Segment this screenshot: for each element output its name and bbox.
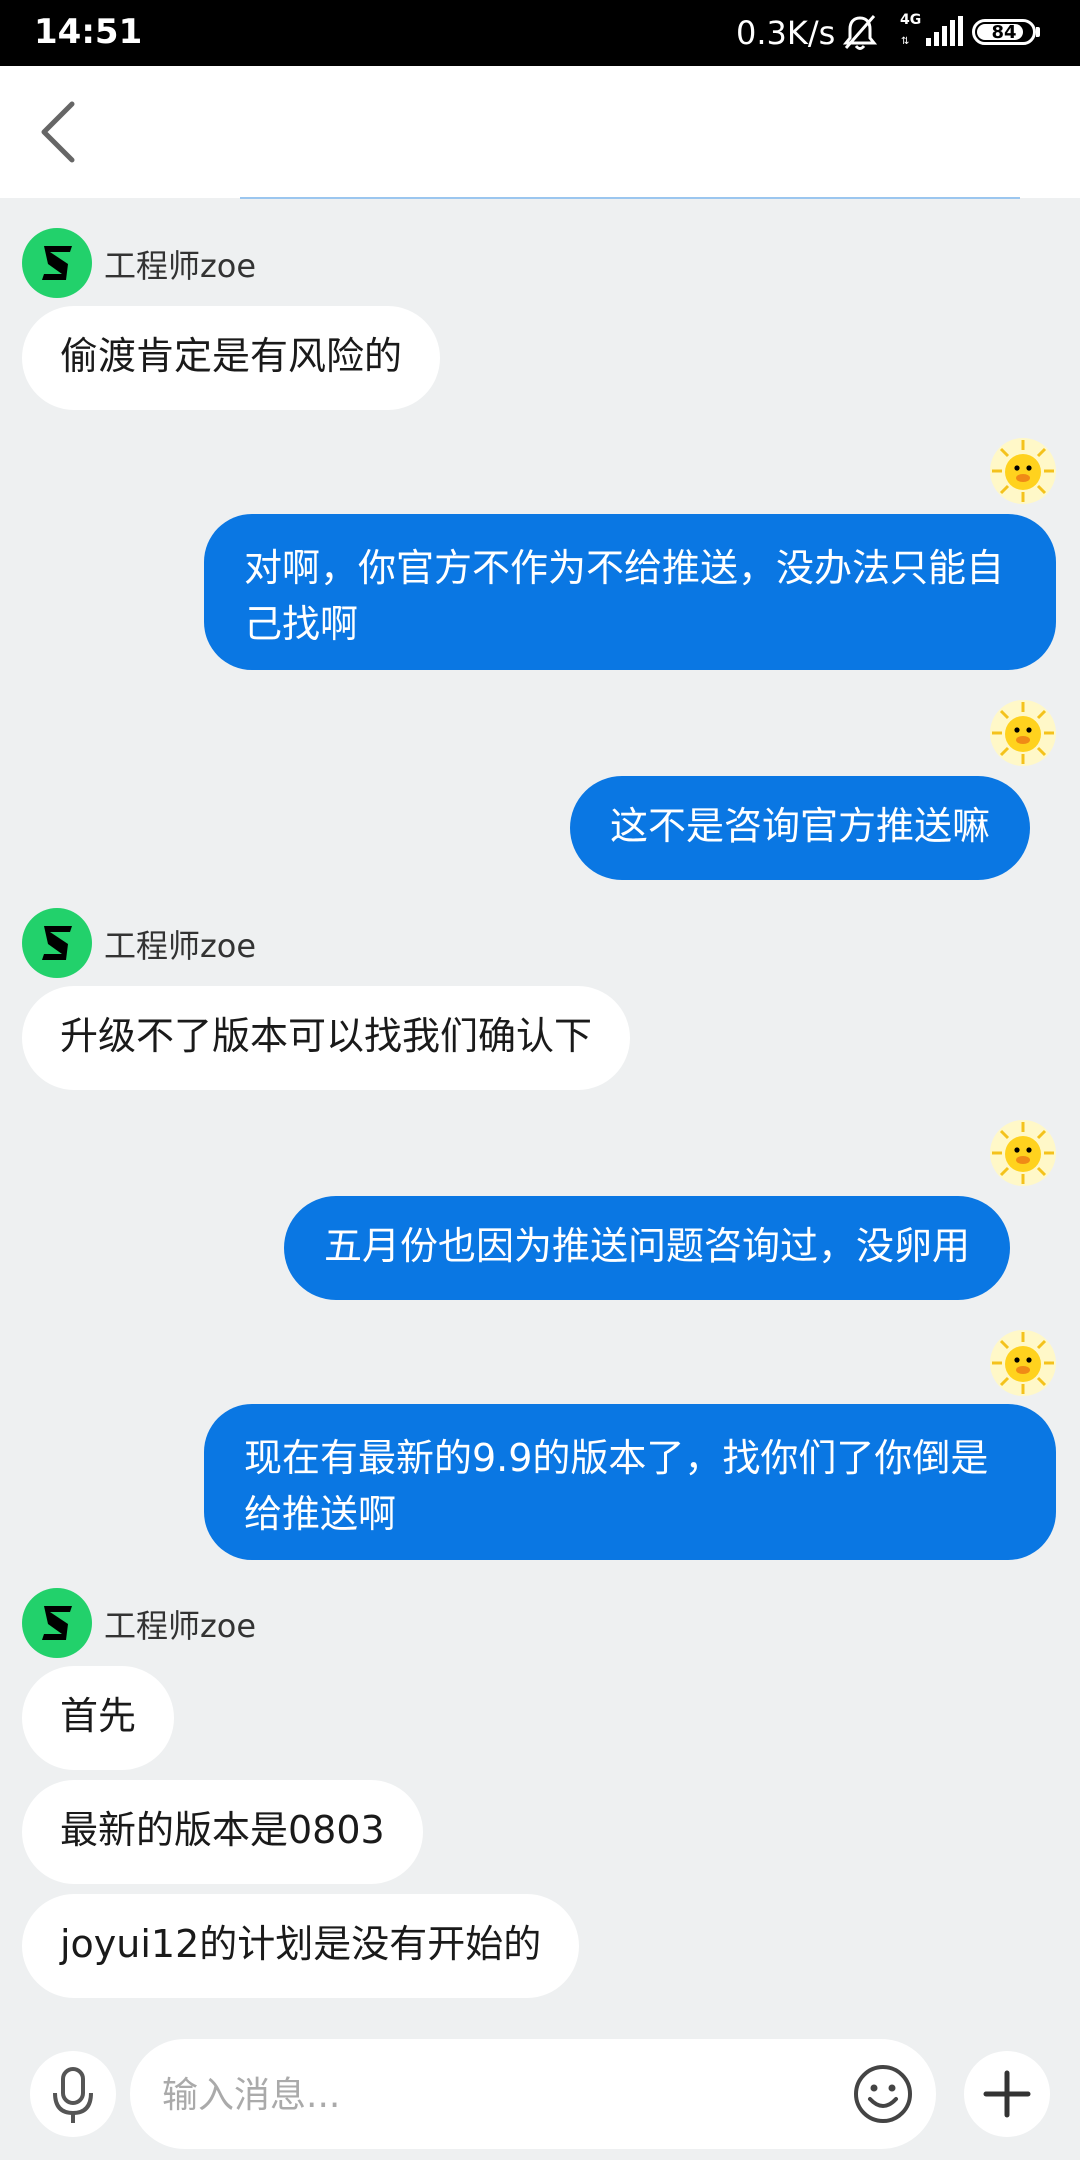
outgoing-message[interactable]: 这不是咨询官方推送嘛	[570, 776, 1031, 880]
outgoing-message[interactable]: 现在有最新的9.9的版本了，找你们了你倒是给推送啊	[204, 1404, 1056, 1560]
battery-icon: 84	[972, 19, 1036, 45]
agent-avatar[interactable]	[22, 1588, 92, 1658]
agent-avatar[interactable]	[22, 228, 92, 298]
agent-logo-icon	[42, 246, 72, 280]
incoming-message[interactable]: 最新的版本是0803	[22, 1780, 423, 1884]
incoming-message[interactable]: 首先	[22, 1666, 175, 1770]
user-avatar[interactable]	[988, 1118, 1058, 1188]
agent-logo-icon	[42, 1606, 72, 1640]
incoming-message[interactable]: 偷渡肯定是有风险的	[22, 306, 441, 410]
agent-logo-icon	[42, 926, 72, 960]
plus-icon	[983, 2070, 1031, 2118]
back-icon[interactable]	[30, 92, 90, 172]
message-input-box[interactable]	[130, 2039, 936, 2151]
more-button[interactable]	[964, 2051, 1050, 2137]
voice-button[interactable]	[30, 2051, 116, 2137]
message-input[interactable]	[160, 2039, 844, 2151]
status-time: 14:51	[34, 12, 143, 52]
incoming-message[interactable]: 升级不了版本可以找我们确认下	[22, 986, 631, 1090]
chat-header	[0, 66, 1080, 198]
data-arrows-icon: ⇅	[901, 36, 910, 47]
agent-name: 工程师zoe	[104, 247, 257, 285]
user-avatar[interactable]	[988, 1328, 1058, 1398]
incoming-message[interactable]: joyui12的计划是没有开始的	[22, 1894, 580, 1998]
user-avatar[interactable]	[988, 436, 1058, 506]
network-type: 4G	[900, 12, 922, 28]
battery-tip	[1036, 27, 1040, 37]
signal-icon	[926, 16, 963, 46]
agent-avatar[interactable]	[22, 908, 92, 978]
status-bar: 14:51 0.3K/s 4G ⇅ 84	[0, 0, 1080, 66]
agent-name: 工程师zoe	[104, 927, 257, 965]
emoji-icon[interactable]	[852, 2063, 914, 2125]
agent-name: 工程师zoe	[104, 1607, 257, 1645]
header-divider	[240, 197, 1020, 199]
mic-icon	[53, 2067, 93, 2123]
battery-percent: 84	[991, 21, 1017, 43]
outgoing-message[interactable]: 五月份也因为推送问题咨询过，没卵用	[284, 1196, 1011, 1300]
outgoing-message[interactable]: 对啊，你官方不作为不给推送，没办法只能自己找啊	[204, 514, 1056, 670]
user-avatar[interactable]	[988, 698, 1058, 768]
status-net-speed: 0.3K/s	[736, 14, 836, 52]
mute-icon	[842, 15, 878, 50]
